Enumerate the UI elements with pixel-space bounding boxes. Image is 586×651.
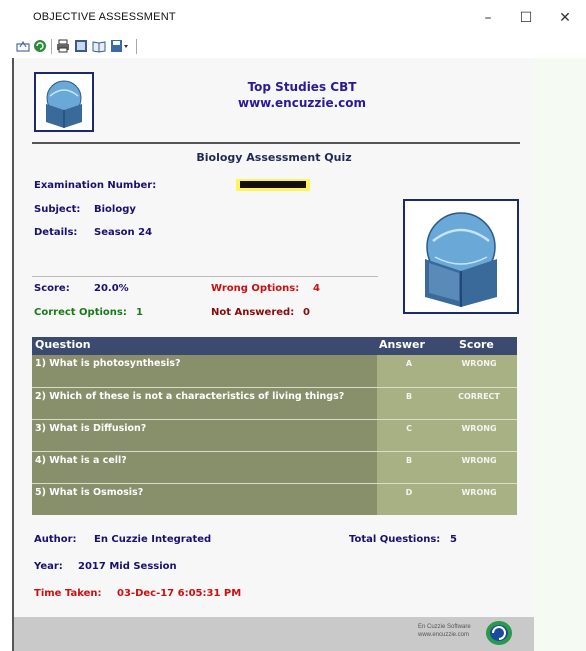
year-label: Year:: [34, 561, 63, 572]
summary-rule: [32, 276, 378, 277]
report-page: Top Studies CBT www.encuzzie.com Biology…: [14, 58, 534, 651]
answer-cell: C: [406, 424, 412, 433]
question-cell: 4) What is a cell?: [35, 455, 127, 466]
side-panel: [534, 58, 586, 651]
toolbar-separator: [136, 39, 137, 54]
subject-label: Subject:: [34, 204, 81, 215]
correct-options-value: 1: [136, 307, 143, 318]
score-value: 20.0%: [94, 283, 129, 294]
print-icon[interactable]: [56, 39, 70, 53]
book-globe-logo: [403, 199, 519, 314]
table-row: 3) What is Diffusion? C WRONG: [32, 419, 517, 451]
answer-cell: D: [405, 488, 413, 497]
book-view-icon[interactable]: [92, 39, 106, 53]
time-taken-label: Time Taken:: [34, 588, 102, 599]
total-questions-value: 5: [450, 534, 457, 545]
header-rule: [32, 142, 520, 144]
score-cell: CORRECT: [458, 392, 500, 401]
not-answered-value: 0: [303, 307, 310, 318]
refresh-icon[interactable]: [33, 39, 47, 53]
footer-url: www.encuzzie.com: [418, 632, 470, 638]
title-bar: OBJECTIVE ASSESSMENT – ☐ ✕: [0, 0, 586, 36]
time-taken-value: 03-Dec-17 6:05:31 PM: [117, 588, 242, 599]
results-table: Question Answer Score 1) What is photosy…: [32, 337, 517, 515]
score-cell: WRONG: [461, 359, 497, 368]
author-label: Author:: [34, 534, 77, 545]
subject-value: Biology: [94, 204, 136, 215]
redacted-exam-number: [236, 179, 310, 191]
org-url: www.encuzzie.com: [237, 96, 367, 110]
toolbar: [14, 36, 574, 58]
report-window: OBJECTIVE ASSESSMENT – ☐ ✕ Top Studies C…: [0, 0, 586, 651]
footer-company: En Cuzzie Software: [418, 624, 471, 630]
answer-cell: A: [405, 359, 413, 368]
total-questions-label: Total Questions:: [349, 534, 441, 545]
table-row: 4) What is a cell? B WRONG: [32, 451, 517, 483]
question-cell: 5) What is Osmosis?: [35, 487, 144, 498]
close-button[interactable]: ✕: [552, 6, 578, 30]
answer-header: Answer: [379, 338, 425, 351]
answer-cell: B: [405, 392, 413, 401]
details-value: Season 24: [94, 227, 153, 238]
score-cell: WRONG: [461, 456, 497, 465]
save-dropdown-icon[interactable]: [110, 39, 130, 53]
table-row: 5) What is Osmosis? D WRONG: [32, 483, 517, 515]
window-title: OBJECTIVE ASSESSMENT: [33, 11, 176, 23]
score-cell: WRONG: [461, 424, 497, 433]
correct-options-label: Correct Options:: [34, 307, 127, 318]
question-header: Question: [35, 338, 91, 351]
details-label: Details:: [34, 227, 78, 238]
not-answered-label: Not Answered:: [211, 307, 295, 318]
question-cell: 2) Which of these is not a characteristi…: [35, 391, 345, 402]
question-cell: 1) What is photosynthesis?: [35, 358, 181, 369]
score-header: Score: [459, 338, 494, 351]
year-value: 2017 Mid Session: [78, 561, 177, 572]
minimize-button[interactable]: –: [475, 6, 501, 30]
export-icon[interactable]: [16, 39, 30, 53]
table-row: 2) Which of these is not a characteristi…: [32, 387, 517, 419]
exam-number-label: Examination Number:: [34, 180, 157, 191]
score-cell: WRONG: [461, 488, 497, 497]
answer-cell: B: [405, 456, 413, 465]
org-name: Top Studies CBT: [247, 80, 357, 94]
report-header: Top Studies CBT www.encuzzie.com: [222, 79, 382, 111]
page-setup-icon[interactable]: [74, 39, 88, 53]
book-globe-logo: [34, 72, 94, 132]
wrong-options-label: Wrong Options:: [211, 283, 300, 294]
maximize-button[interactable]: ☐: [513, 6, 539, 30]
report-footer: En Cuzzie Software www.encuzzie.com: [14, 617, 534, 651]
toolbar-separator: [51, 39, 52, 54]
score-label: Score:: [34, 283, 70, 294]
company-logo-icon: [486, 621, 512, 645]
quiz-title: Biology Assessment Quiz: [196, 151, 352, 164]
footer-company-block: En Cuzzie Software www.encuzzie.com: [418, 623, 471, 639]
wrong-options-value: 4: [313, 283, 320, 294]
author-value: En Cuzzie Integrated: [94, 534, 212, 545]
table-header: Question Answer Score: [32, 337, 517, 355]
table-row: 1) What is photosynthesis? A WRONG: [32, 355, 517, 387]
question-cell: 3) What is Diffusion?: [35, 423, 147, 434]
